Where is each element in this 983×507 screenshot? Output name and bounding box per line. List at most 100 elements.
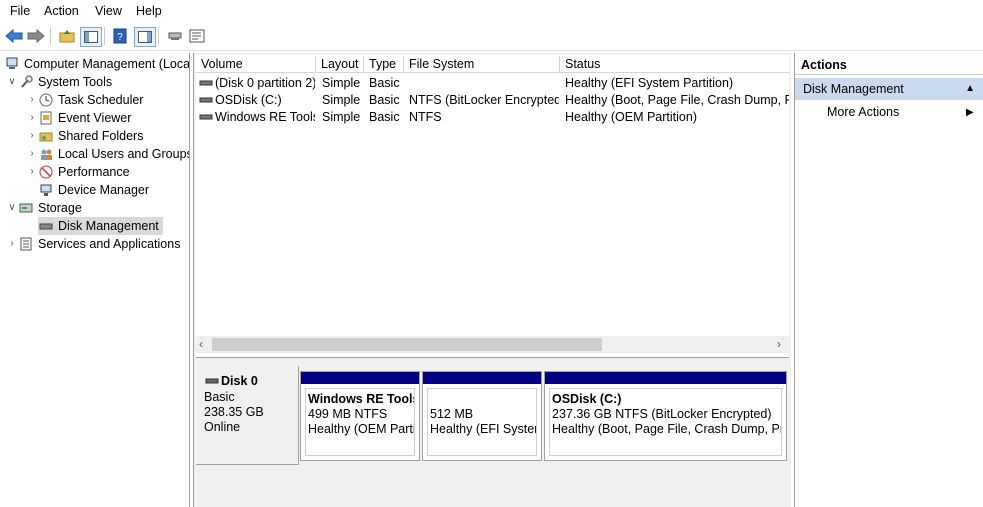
scrollbar-thumb[interactable] [212, 338, 602, 351]
help-icon[interactable]: ? [110, 27, 130, 45]
tree-label-system-tools: System Tools [38, 75, 113, 89]
menu-bar: File Action View Help [0, 0, 983, 22]
tree-item-shared-folders[interactable]: › Shared Folders [26, 127, 143, 145]
chevron-right-icon[interactable]: › [26, 91, 38, 109]
partition-osdisk-c[interactable]: OSDisk (C:) 237.36 GB NTFS (BitLocker En… [544, 371, 787, 461]
tree-item-computer-management[interactable]: Computer Management (Local [4, 55, 190, 73]
partition-size: 512 MB [430, 407, 474, 421]
forward-icon[interactable] [26, 27, 46, 45]
menu-action[interactable]: Action [44, 4, 79, 18]
shared-folder-icon [38, 128, 54, 144]
menu-file[interactable]: File [10, 4, 30, 18]
drive-icon [199, 92, 215, 109]
collapse-up-icon[interactable]: ▲ [965, 78, 975, 100]
clock-icon [38, 92, 54, 108]
column-header-file-system[interactable]: File System [404, 56, 560, 73]
table-cell: Simple [322, 93, 361, 107]
column-header-status[interactable]: Status [560, 56, 789, 73]
column-header-volume[interactable]: Volume [196, 56, 316, 73]
disk-title: Disk 0 [205, 374, 258, 388]
show-hide-tree-icon[interactable] [80, 27, 102, 47]
svg-text:?: ? [117, 32, 123, 43]
tree-item-services[interactable]: › Services and Applications [6, 235, 180, 253]
partition-status: Healthy (OEM Partit [308, 422, 415, 436]
tree-item-performance[interactable]: › Performance [26, 163, 130, 181]
table-cell[interactable]: OSDisk (C:) [215, 92, 315, 109]
partition-windows-re-tools[interactable]: Windows RE Tools 499 MB NTFS Healthy (OE… [300, 371, 420, 461]
submenu-arrow-icon[interactable]: ▶ [966, 107, 974, 118]
scroll-right-icon[interactable]: › [777, 337, 781, 351]
table-cell: Healthy (OEM Partition) [565, 110, 697, 124]
disk-size: 238.35 GB [204, 405, 264, 419]
partition-title: Windows RE Tools [308, 392, 415, 406]
tree-label-shared-folders: Shared Folders [58, 129, 144, 143]
tree-label-event-viewer: Event Viewer [58, 111, 132, 125]
tree-item-system-tools[interactable]: ∨ System Tools [6, 73, 112, 91]
show-hide-action-pane-icon[interactable] [134, 27, 156, 47]
tree-label-local-users: Local Users and Groups [58, 147, 190, 161]
partition-size: 237.36 GB NTFS (BitLocker Encrypted) [552, 407, 772, 421]
partition-size: 499 MB NTFS [308, 407, 388, 421]
toolbar: ? [0, 23, 983, 51]
chevron-right-icon[interactable]: › [26, 163, 38, 181]
chevron-right-icon[interactable]: › [26, 145, 38, 163]
more-actions-link[interactable]: More Actions [827, 105, 899, 119]
chevron-right-icon[interactable]: › [6, 235, 18, 253]
tree-item-event-viewer[interactable]: › Event Viewer [26, 109, 131, 127]
table-cell: Simple [322, 76, 361, 90]
tree-label-storage: Storage [38, 201, 82, 215]
tree-item-storage[interactable]: ∨ Storage [6, 199, 82, 217]
menu-view[interactable]: View [95, 4, 122, 18]
partition-title [430, 392, 534, 407]
column-header-type[interactable]: Type [364, 56, 404, 73]
tree-item-local-users[interactable]: › Local Users and Groups [26, 145, 190, 163]
drive-icon [199, 75, 215, 92]
tree-item-disk-management[interactable]: Disk Management [38, 217, 163, 235]
table-cell [409, 75, 559, 92]
table-cell: Healthy (Boot, Page File, Crash Dump, Pr… [565, 93, 789, 107]
volume-list: Volume Layout Type File System Status (D… [196, 55, 789, 357]
table-cell[interactable]: (Disk 0 partition 2) [215, 75, 315, 92]
disk-icon [205, 378, 219, 384]
back-icon[interactable] [4, 27, 24, 45]
up-folder-icon[interactable] [57, 27, 77, 45]
table-cell: Basic [369, 93, 400, 107]
disk-name: Disk 0 [221, 374, 258, 388]
tree-label-root: Computer Management (Local [24, 57, 190, 71]
table-cell: NTFS (BitLocker Encrypted) [409, 93, 559, 107]
disk-type: Basic [204, 390, 235, 404]
menu-help[interactable]: Help [136, 4, 162, 18]
connect-icon[interactable] [165, 27, 185, 45]
actions-section-label: Disk Management [803, 82, 904, 96]
table-cell[interactable]: Windows RE Tools [215, 109, 315, 126]
table-cell: Healthy (EFI System Partition) [565, 76, 734, 90]
device-manager-icon [38, 182, 54, 198]
actions-pane [794, 53, 983, 507]
table-cell: Basic [369, 76, 400, 90]
partition-efi-system[interactable]: 512 MB Healthy (EFI System [422, 371, 542, 461]
partition-status: Healthy (EFI System [430, 422, 537, 436]
disk-info[interactable]: Disk 0 Basic 238.35 GB Online [196, 366, 299, 465]
partition-status: Healthy (Boot, Page File, Crash Dump, Pr… [552, 422, 782, 436]
chevron-right-icon[interactable]: › [26, 109, 38, 127]
tree-label-performance: Performance [58, 165, 130, 179]
console-tree: Computer Management (Local ∨ System Tool… [0, 53, 190, 507]
disk-state: Online [204, 420, 241, 434]
pane-splitter[interactable] [196, 357, 789, 364]
tree-item-task-scheduler[interactable]: › Task Scheduler [26, 91, 143, 109]
tree-label-task-scheduler: Task Scheduler [58, 93, 144, 107]
chevron-down-icon[interactable]: ∨ [6, 199, 18, 217]
partition-title: OSDisk (C:) [552, 392, 622, 406]
actions-section-disk-management[interactable]: Disk Management ▲ [795, 78, 983, 100]
table-cell: NTFS [409, 110, 442, 124]
scroll-left-icon[interactable]: ‹ [199, 337, 203, 351]
services-icon [18, 236, 34, 252]
chevron-right-icon[interactable]: › [26, 127, 38, 145]
drive-icon [199, 109, 215, 126]
event-viewer-icon [38, 110, 54, 126]
column-header-layout[interactable]: Layout [316, 56, 364, 73]
chevron-down-icon[interactable]: ∨ [6, 73, 18, 91]
users-icon [38, 146, 54, 162]
tree-item-device-manager[interactable]: Device Manager [38, 181, 149, 199]
properties-icon[interactable] [187, 27, 207, 45]
